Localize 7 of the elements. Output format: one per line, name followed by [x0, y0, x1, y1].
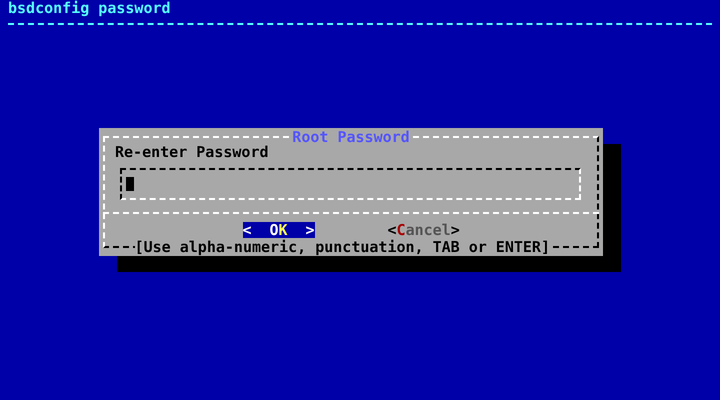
prompt-label: Re-enter Password [115, 144, 270, 160]
dialog-button[interactable]: < OK > [242, 222, 314, 238]
password-field[interactable] [120, 168, 581, 200]
dialog-title: Root Password [292, 129, 410, 145]
screen-title: bsdconfig password [8, 0, 171, 17]
hint-text: [Use alpha-numeric, punctuation, TAB or ENTER] [134, 239, 550, 255]
dialog-button[interactable]: <Cancel> [388, 222, 460, 238]
